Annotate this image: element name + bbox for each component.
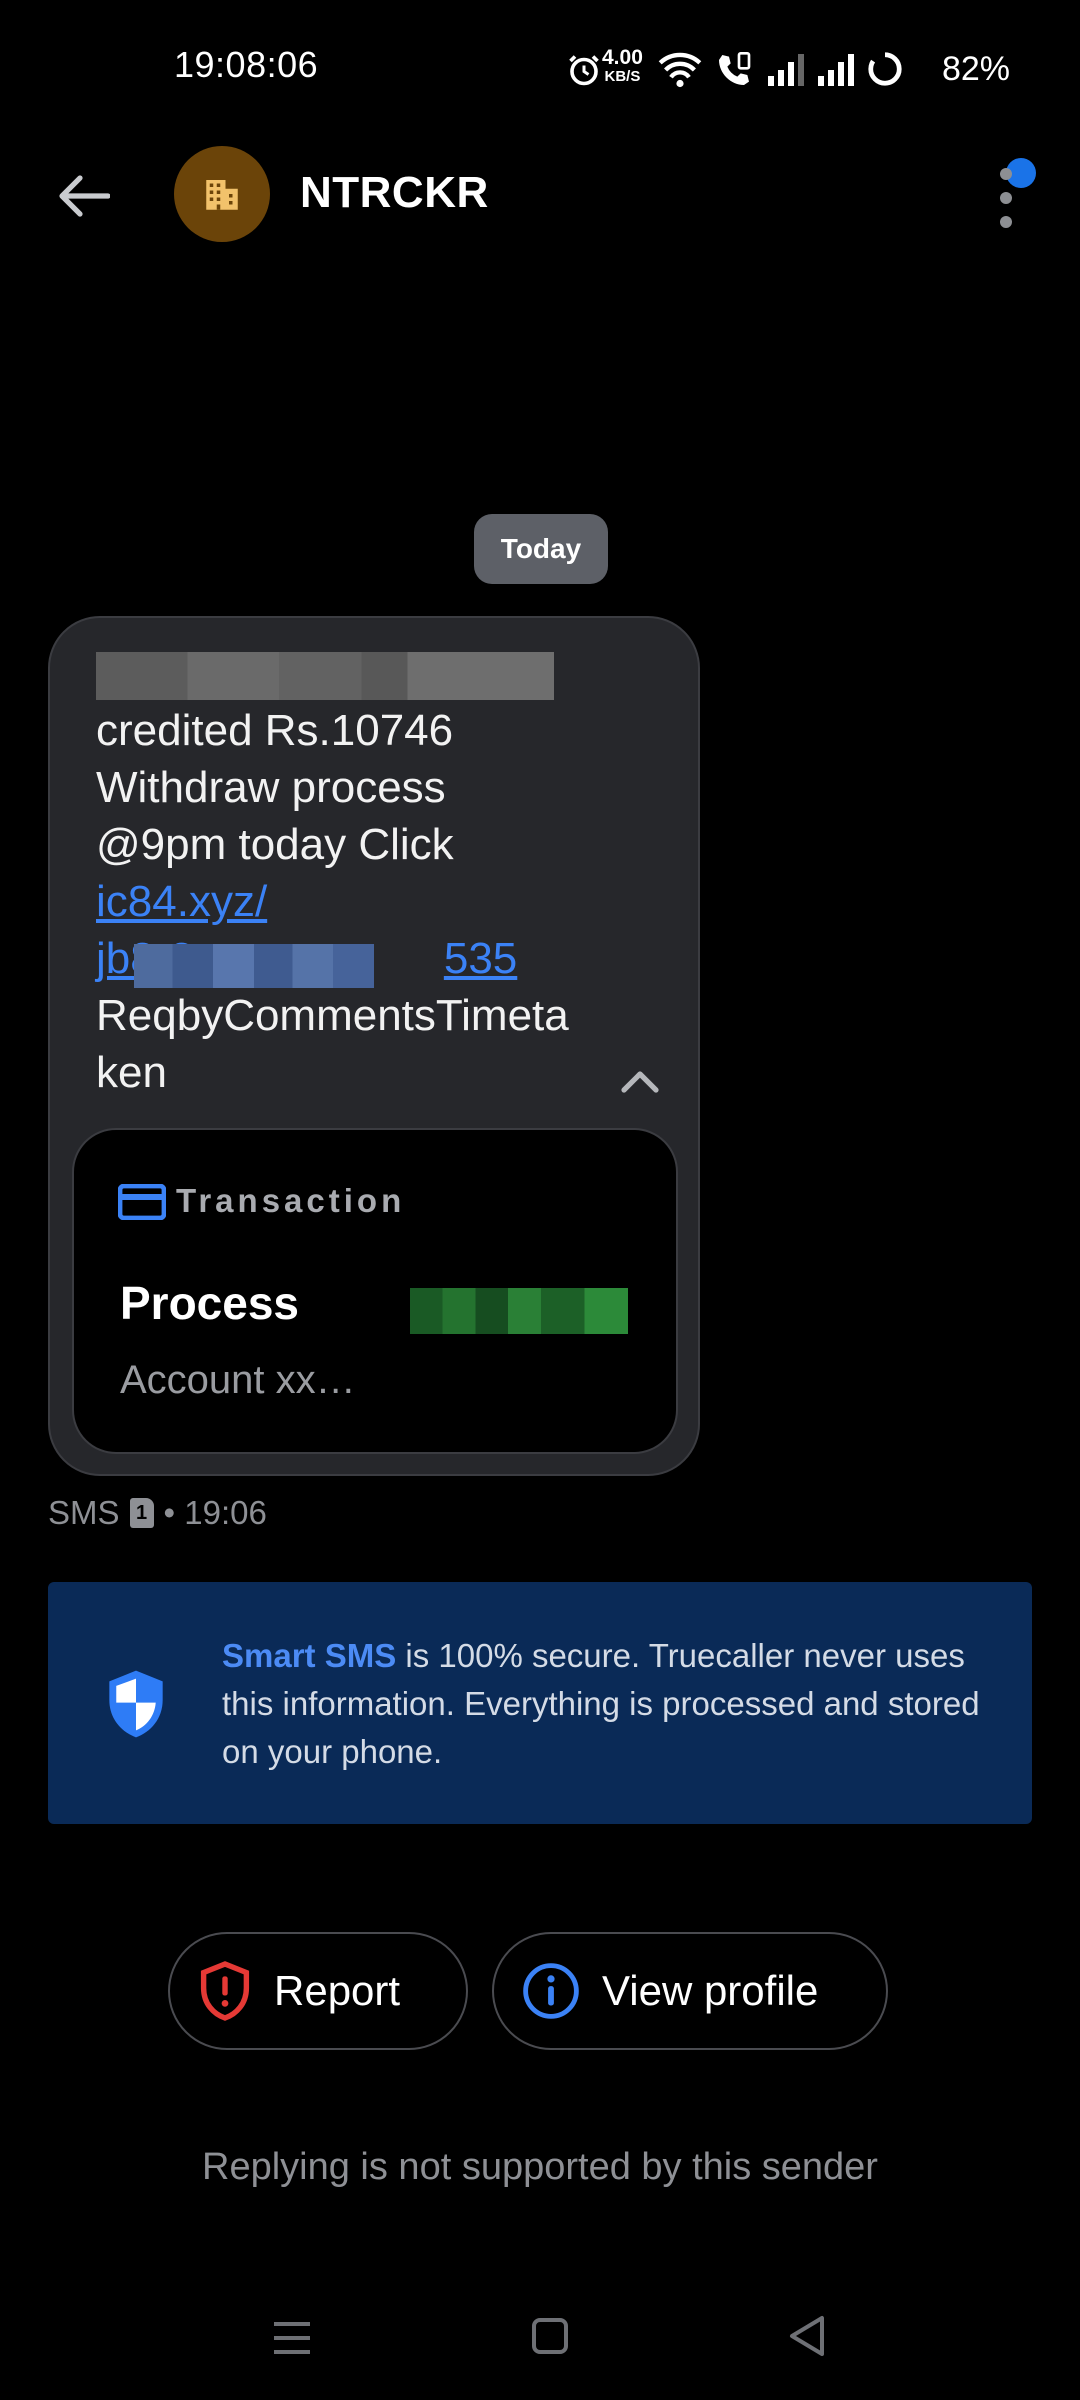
message-meta: SMS 1 • 19:06 xyxy=(48,1494,267,1532)
redacted-amount xyxy=(410,1288,628,1334)
report-button[interactable]: Report xyxy=(168,1932,468,2050)
chevron-up-icon xyxy=(621,1071,659,1093)
sim-badge: 1 xyxy=(129,1498,154,1528)
view-profile-label: View profile xyxy=(602,1967,819,2014)
message-line: ken xyxy=(96,1048,167,1097)
info-icon xyxy=(523,1963,579,2019)
sender-avatar[interactable] xyxy=(174,146,270,242)
smart-sms-brand[interactable]: Smart SMS xyxy=(222,1637,396,1674)
status-icons: 4.00 KB/S 82% xyxy=(560,40,1080,100)
wifi-calling-icon xyxy=(719,52,751,85)
status-time: 19:08:06 xyxy=(174,44,319,85)
transaction-account: Account xx… xyxy=(120,1358,356,1402)
redacted-link-part xyxy=(134,944,374,988)
redacted-text xyxy=(96,652,554,700)
shield-icon xyxy=(109,1670,163,1738)
message-channel: SMS xyxy=(48,1494,120,1531)
date-chip: Today xyxy=(474,514,608,584)
arrow-left-icon xyxy=(59,175,110,217)
signal-1-icon xyxy=(768,54,804,86)
smart-sms-text: Smart SMS is 100% secure. Truecaller nev… xyxy=(222,1637,980,1770)
transaction-label: Transaction xyxy=(176,1182,406,1219)
message-time: • 19:06 xyxy=(163,1494,267,1531)
alarm-icon xyxy=(569,55,599,86)
wifi-icon xyxy=(658,52,702,88)
message-link[interactable]: ic84.xyz/ xyxy=(96,873,267,930)
home-nav-icon[interactable] xyxy=(530,2316,570,2356)
back-button[interactable] xyxy=(48,160,120,232)
reply-not-supported-note: Replying is not supported by this sender xyxy=(202,2146,878,2188)
message-line: @9pm today Click xyxy=(96,820,454,869)
network-speed: 4.00 KB/S xyxy=(602,46,643,85)
message-line: ReqbyCommentsTimeta xyxy=(96,991,569,1040)
battery-ring-icon xyxy=(868,52,902,86)
report-label: Report xyxy=(274,1967,401,2014)
battery-percent: 82% xyxy=(941,50,1010,88)
back-nav-icon[interactable] xyxy=(786,2314,830,2358)
view-profile-button[interactable]: View profile xyxy=(492,1932,888,2050)
credit-card-icon xyxy=(118,1184,166,1220)
building-icon xyxy=(206,180,238,210)
sender-name[interactable]: NTRCKR xyxy=(300,168,489,218)
report-shield-icon xyxy=(200,1961,250,2021)
message-line: credited Rs.10746 xyxy=(96,706,454,755)
transaction-title: Process xyxy=(120,1277,300,1329)
collapse-button[interactable] xyxy=(616,1060,664,1100)
signal-2-icon xyxy=(818,54,854,86)
more-options-button[interactable] xyxy=(980,150,1040,240)
recents-nav-icon[interactable] xyxy=(270,2318,314,2358)
message-line: Withdraw process xyxy=(96,763,446,812)
